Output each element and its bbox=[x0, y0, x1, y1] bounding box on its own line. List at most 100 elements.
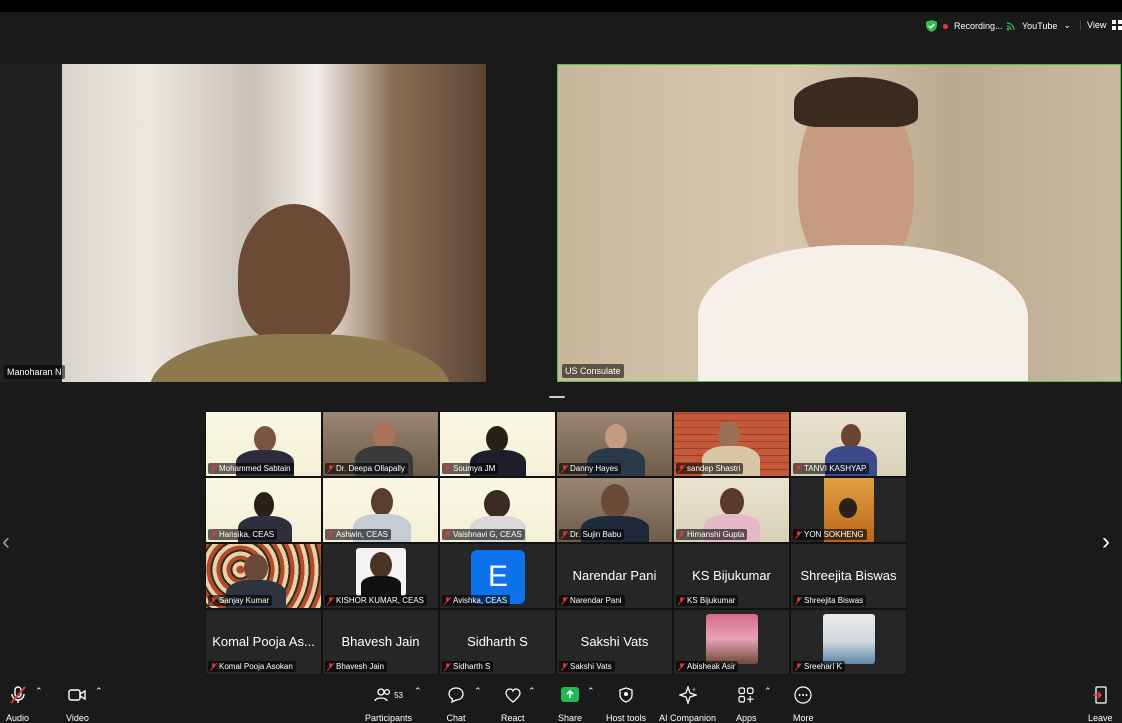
participant-label: Shreejita Biswas bbox=[793, 595, 867, 606]
muted-mic-icon bbox=[795, 530, 802, 539]
speaker-video-1[interactable]: Manoharan N bbox=[0, 64, 486, 382]
participant-tile[interactable]: Bhavesh Jain Bhavesh Jain bbox=[322, 609, 439, 675]
more-button[interactable]: More bbox=[793, 686, 814, 723]
participant-label: Dr. Sujin Babu bbox=[559, 529, 625, 540]
participant-name: Sidharth S bbox=[453, 662, 491, 671]
ai-sparkle-icon bbox=[678, 686, 697, 704]
participant-label: sandep Shastri bbox=[676, 463, 744, 474]
speaker-video-2[interactable]: US Consulate bbox=[557, 64, 1121, 382]
participant-head bbox=[370, 552, 392, 578]
chevron-down-icon: ⌄ bbox=[1063, 20, 1071, 30]
react-options-caret-icon[interactable]: ⌃ bbox=[528, 686, 536, 697]
participant-tile[interactable]: Abisheak Asir bbox=[673, 609, 790, 675]
muted-mic-icon bbox=[327, 662, 334, 671]
recording-dot-icon bbox=[943, 23, 948, 29]
participant-tile[interactable]: KISHOR KUMAR, CEAS bbox=[322, 543, 439, 609]
ai-companion-button[interactable]: AI Companion bbox=[659, 686, 716, 723]
participant-tile[interactable]: Soumya JM bbox=[439, 411, 556, 477]
chat-options-caret-icon[interactable]: ⌃ bbox=[474, 686, 482, 697]
participant-head bbox=[605, 424, 627, 450]
participant-display-name: Sidharth S bbox=[467, 634, 528, 649]
participant-tile[interactable]: Dr. Sujin Babu bbox=[556, 477, 673, 543]
participant-tile[interactable]: KS Bijukumar KS Bijukumar bbox=[673, 543, 790, 609]
participant-tile[interactable]: Himanshi Gupta bbox=[673, 477, 790, 543]
share-options-caret-icon[interactable]: ⌃ bbox=[587, 686, 595, 697]
participant-name: YON SOKHENG bbox=[804, 530, 864, 539]
muted-mic-icon bbox=[444, 662, 451, 671]
muted-mic-icon bbox=[678, 464, 685, 473]
participant-name: Shreejita Biswas bbox=[804, 596, 864, 605]
view-button[interactable]: View bbox=[1080, 20, 1122, 30]
participant-name: Vaishnavi G, CEAS bbox=[453, 530, 522, 539]
react-button[interactable]: React bbox=[501, 686, 525, 723]
chat-button[interactable]: Chat bbox=[446, 686, 466, 723]
participant-label: Sakshi Vats bbox=[559, 661, 615, 672]
participants-button[interactable]: 53 Participants bbox=[365, 686, 412, 723]
participant-label: Himanshi Gupta bbox=[676, 529, 748, 540]
participant-tile[interactable]: Ashwin, CEAS bbox=[322, 477, 439, 543]
participant-label: Soumya JM bbox=[442, 463, 499, 474]
participant-name: Ashwin, CEAS bbox=[336, 530, 389, 539]
participant-tile[interactable]: Komal Pooja As... Komal Pooja Asokan bbox=[205, 609, 322, 675]
share-button[interactable]: Share bbox=[558, 686, 582, 723]
participant-tile[interactable]: YON SOKHENG bbox=[790, 477, 907, 543]
leave-door-icon bbox=[1093, 686, 1107, 704]
apps-button[interactable]: Apps bbox=[736, 686, 757, 723]
profile-photo bbox=[823, 614, 875, 664]
participant-name: sandep Shastri bbox=[687, 464, 741, 473]
participant-display-name: Komal Pooja As... bbox=[212, 634, 315, 649]
participant-tile[interactable]: Dr. Deepa Ollapally bbox=[322, 411, 439, 477]
participant-label: Bhavesh Jain bbox=[325, 661, 388, 672]
participant-tile[interactable]: TANVI KASHYAP bbox=[790, 411, 907, 477]
host-shield-icon bbox=[619, 687, 633, 703]
participant-head bbox=[601, 484, 629, 518]
participant-tile[interactable]: Sakshi Vats Sakshi Vats bbox=[556, 609, 673, 675]
participants-count: 53 bbox=[394, 690, 403, 700]
recording-indicator[interactable]: Recording... bbox=[926, 20, 1003, 32]
participant-label: Danny Hayes bbox=[559, 463, 622, 474]
youtube-stream-button[interactable]: YouTube ⌄ bbox=[1006, 20, 1071, 31]
participants-icon bbox=[374, 688, 391, 702]
participant-tile[interactable]: Sidharth S Sidharth S bbox=[439, 609, 556, 675]
muted-mic-icon bbox=[561, 596, 568, 605]
participant-tile[interactable]: Mohammed Sabtain bbox=[205, 411, 322, 477]
next-page-arrow-icon[interactable]: › bbox=[1102, 528, 1110, 556]
participant-tile[interactable]: Danny Hayes bbox=[556, 411, 673, 477]
participant-tile[interactable]: Shreejita Biswas Shreejita Biswas bbox=[790, 543, 907, 609]
participant-tile[interactable]: Sanjay Kumar bbox=[205, 543, 322, 609]
participant-tile[interactable]: Vaishnavi G, CEAS bbox=[439, 477, 556, 543]
participant-label: Abisheak Asir bbox=[676, 661, 739, 672]
participant-name: Komal Pooja Asokan bbox=[219, 662, 293, 671]
muted-mic-icon bbox=[561, 464, 568, 473]
muted-mic-icon bbox=[327, 596, 334, 605]
previous-page-arrow-icon[interactable]: ‹ bbox=[2, 528, 10, 556]
participant-display-name: KS Bijukumar bbox=[692, 568, 771, 583]
participant-label: KISHOR KUMAR, CEAS bbox=[325, 595, 428, 606]
participant-tile[interactable]: Narendar Pani Narendar Pani bbox=[556, 543, 673, 609]
participant-tile[interactable]: E Avishka, CEAS bbox=[439, 543, 556, 609]
video-options-caret-icon[interactable]: ⌃ bbox=[95, 686, 103, 697]
apps-icon bbox=[738, 687, 754, 703]
audio-button[interactable]: Audio bbox=[6, 686, 29, 723]
participant-tile[interactable]: Hansika, CEAS bbox=[205, 477, 322, 543]
participant-label: Avishka, CEAS bbox=[442, 595, 511, 606]
participant-tile[interactable]: Sreehari K bbox=[790, 609, 907, 675]
participant-label: Sanjay Kumar bbox=[208, 595, 273, 606]
chat-bubble-icon bbox=[448, 687, 464, 703]
participant-head bbox=[484, 490, 510, 518]
participant-name: Abisheak Asir bbox=[687, 662, 736, 671]
participant-name: Soumya JM bbox=[453, 464, 496, 473]
participants-options-caret-icon[interactable]: ⌃ bbox=[414, 686, 422, 697]
leave-button[interactable]: Leave bbox=[1088, 686, 1113, 723]
resize-handle[interactable] bbox=[549, 396, 565, 398]
top-strip bbox=[0, 0, 1122, 12]
participant-label: Hansika, CEAS bbox=[208, 529, 278, 540]
participant-tile[interactable]: sandep Shastri bbox=[673, 411, 790, 477]
participant-body bbox=[361, 576, 401, 596]
apps-options-caret-icon[interactable]: ⌃ bbox=[764, 686, 772, 697]
audio-options-caret-icon[interactable]: ⌃ bbox=[35, 686, 43, 697]
participant-name: Sakshi Vats bbox=[570, 662, 612, 671]
more-dots-icon bbox=[794, 686, 812, 704]
host-tools-button[interactable]: Host tools bbox=[606, 686, 646, 723]
video-button[interactable]: Video bbox=[66, 686, 89, 723]
